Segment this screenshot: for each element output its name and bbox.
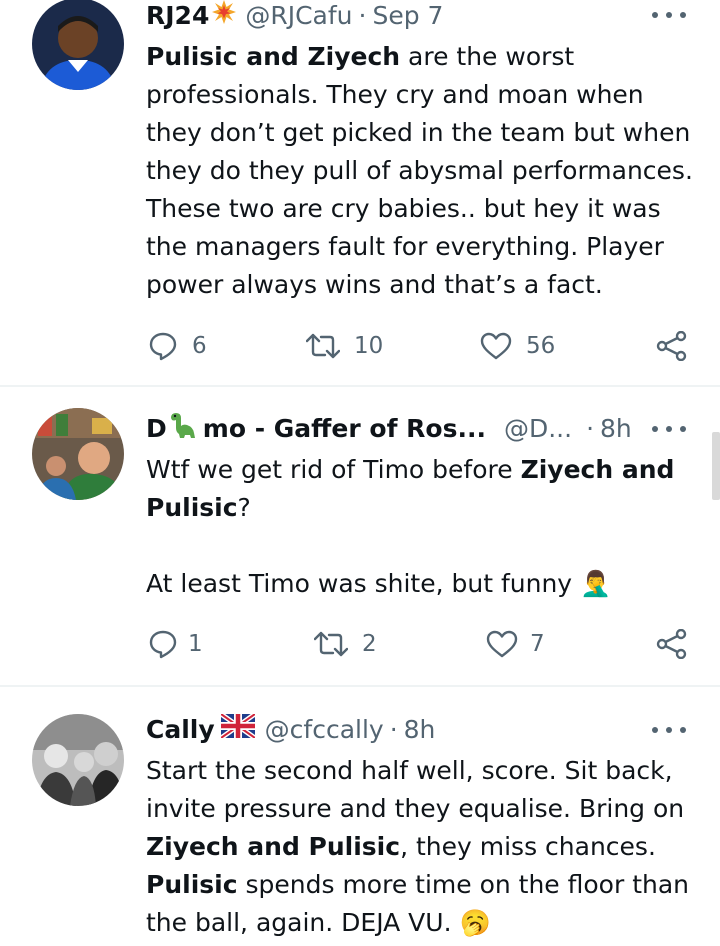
timestamp[interactable]: 8h xyxy=(600,414,632,443)
more-icon xyxy=(652,426,658,432)
tweet-text: Start the second half well, score. Sit b… xyxy=(146,756,690,937)
timestamp[interactable]: Sep 7 xyxy=(372,1,443,30)
more-options-button[interactable] xyxy=(652,10,686,20)
tweet-divider xyxy=(0,385,720,387)
more-icon xyxy=(652,727,658,733)
yawn-emoji: 🥱 xyxy=(459,908,491,937)
tweet-divider xyxy=(0,685,720,687)
more-options-button[interactable] xyxy=(652,725,686,735)
display-name[interactable]: RJ24 xyxy=(146,1,209,30)
retweet-icon xyxy=(314,631,348,657)
retweet-button[interactable]: 10 xyxy=(306,326,383,366)
timestamp[interactable]: 8h xyxy=(404,715,436,744)
share-icon xyxy=(656,331,687,361)
tweet-text: Pulisic and Ziyech are the worst profess… xyxy=(146,42,693,299)
retweet-count: 2 xyxy=(362,631,377,657)
tweet-header: RJ24 @RJCafu · Sep 7 xyxy=(146,0,690,33)
separator-dot: · xyxy=(358,0,367,30)
reply-count: 6 xyxy=(192,333,207,359)
like-count: 7 xyxy=(530,631,545,657)
avatar[interactable] xyxy=(32,408,124,500)
separator-dot: · xyxy=(586,413,595,443)
display-name[interactable]: Cally xyxy=(146,715,215,744)
more-icon xyxy=(652,12,658,18)
avatar[interactable] xyxy=(32,714,124,806)
uk-flag-icon xyxy=(219,711,257,744)
like-count: 56 xyxy=(526,333,556,359)
like-button[interactable]: 7 xyxy=(486,624,545,664)
scrollbar-thumb[interactable] xyxy=(712,432,720,500)
reply-count: 1 xyxy=(188,631,203,657)
share-button[interactable] xyxy=(656,624,688,664)
retweet-icon xyxy=(306,333,340,359)
more-options-button[interactable] xyxy=(652,424,686,434)
user-handle[interactable]: @D... xyxy=(504,414,572,443)
reply-button[interactable]: 1 xyxy=(148,624,203,664)
reply-icon xyxy=(149,630,177,659)
tweet-card[interactable]: RJ24 @RJCafu · Sep 7 Pulisic and Ziyech … xyxy=(0,0,720,386)
collision-icon xyxy=(211,0,237,31)
like-button[interactable]: 56 xyxy=(480,326,555,366)
user-handle[interactable]: @cfccally xyxy=(265,715,384,744)
separator-dot: · xyxy=(389,714,398,744)
share-button[interactable] xyxy=(656,326,688,366)
retweet-button[interactable]: 2 xyxy=(314,624,377,664)
tweet-header: D mo - Gaffer of Ros... @D... · 8h xyxy=(146,410,690,446)
share-icon xyxy=(656,629,687,659)
dinosaur-icon xyxy=(167,410,197,446)
avatar[interactable] xyxy=(32,0,124,90)
action-bar: 1 2 7 xyxy=(146,624,690,664)
facepalm-emoji: 🤦‍♂️ xyxy=(580,569,612,598)
tweet-card[interactable]: Cally @cfccally · 8h Start the second ha… xyxy=(0,688,720,946)
user-handle[interactable]: @RJCafu xyxy=(245,1,352,30)
like-icon xyxy=(486,630,518,658)
like-icon xyxy=(480,332,512,360)
tweet-text: Wtf we get rid of Timo before Ziyech and… xyxy=(146,455,675,598)
retweet-count: 10 xyxy=(354,333,384,359)
reply-icon xyxy=(149,332,177,361)
display-name-start[interactable]: D xyxy=(146,414,167,443)
action-bar: 6 10 56 xyxy=(146,326,690,366)
tweet-card[interactable]: D mo - Gaffer of Ros... @D... · 8h Wtf w… xyxy=(0,388,720,686)
reply-button[interactable]: 6 xyxy=(148,326,207,366)
tweet-header: Cally @cfccally · 8h xyxy=(146,711,690,747)
display-name-rest[interactable]: mo - Gaffer of Ros... xyxy=(203,414,486,443)
